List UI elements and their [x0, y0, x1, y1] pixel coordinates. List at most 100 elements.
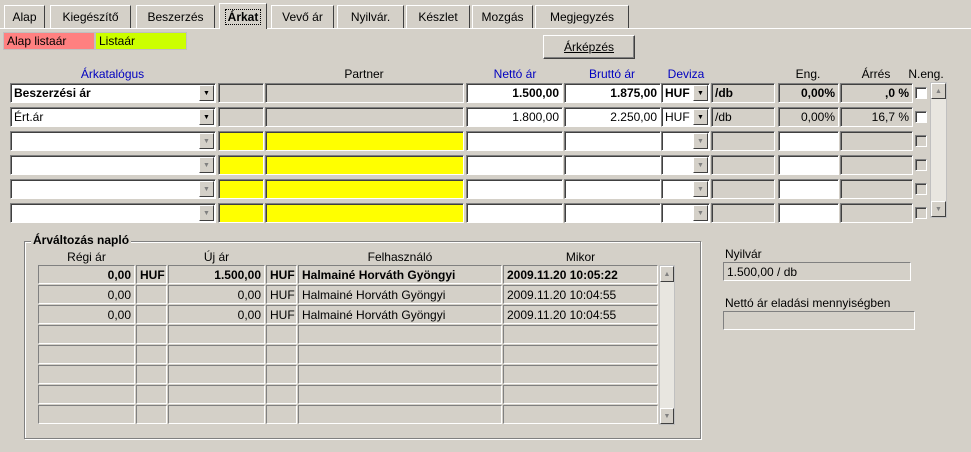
log-header-felhasznalo: Felhasználó — [367, 250, 433, 264]
scroll-down-icon[interactable]: ▼ — [660, 408, 674, 424]
eng-field[interactable] — [778, 203, 839, 223]
partner-code-field[interactable] — [218, 131, 264, 151]
eng-field[interactable] — [778, 155, 839, 175]
chevron-down-icon[interactable]: ▼ — [199, 157, 214, 173]
katalogus-combo[interactable]: Ért.ár ▼ — [10, 107, 216, 127]
neng-checkbox[interactable] — [915, 111, 927, 123]
deviza-combo[interactable]: HUF ▼ — [661, 107, 710, 127]
neng-checkbox[interactable] — [915, 159, 927, 171]
price-grid-scrollbar[interactable]: ▲ ▼ — [930, 82, 947, 218]
tab-label: Mozgás — [481, 10, 524, 24]
tab-beszerzes[interactable]: Beszerzés — [136, 5, 215, 28]
chevron-down-icon[interactable]: ▼ — [199, 181, 214, 197]
unit-value: /db — [715, 86, 733, 100]
partner-code-field[interactable] — [218, 203, 264, 223]
tab-nyilvar[interactable]: Nyilvár. — [337, 5, 404, 28]
nyilvar-label: Nyilvár — [725, 247, 762, 261]
deviza-combo[interactable]: ▼ — [661, 203, 710, 223]
brutto-field[interactable] — [564, 203, 661, 223]
log-empty-cell — [266, 345, 297, 364]
unit-field — [711, 203, 775, 223]
brutto-field[interactable] — [564, 131, 661, 151]
katalogus-combo[interactable]: ▼ — [10, 131, 216, 151]
katalogus-value: Ért.ár — [14, 110, 44, 124]
header-brutto: Bruttó ár — [588, 67, 636, 81]
partner-code-field[interactable] — [218, 179, 264, 199]
deviza-combo[interactable]: ▼ — [661, 179, 710, 199]
partner-code-field[interactable] — [218, 83, 264, 103]
neng-checkbox[interactable] — [915, 183, 927, 195]
deviza-combo[interactable]: HUF ▼ — [661, 83, 710, 103]
chevron-down-icon[interactable]: ▼ — [693, 109, 708, 125]
tab-arkat[interactable]: Árkat — [219, 3, 267, 29]
brutto-field[interactable]: 1.875,00 — [564, 83, 661, 103]
partner-field[interactable] — [265, 131, 464, 151]
chevron-down-icon[interactable]: ▼ — [199, 133, 214, 149]
log-empty-cell — [136, 325, 167, 344]
log-user-cell: Halmainé Horváth Gyöngyi — [298, 305, 502, 324]
netto-field[interactable] — [466, 179, 563, 199]
log-regi-cur-cell — [136, 285, 167, 304]
katalogus-combo[interactable]: ▼ — [10, 179, 216, 199]
log-time-cell: 2009.11.20 10:04:55 — [503, 285, 658, 304]
scroll-up-icon[interactable]: ▲ — [931, 83, 946, 99]
tab-vevo-ar[interactable]: Vevő ár — [271, 5, 334, 28]
log-empty-cell — [168, 405, 265, 424]
eng-field[interactable] — [778, 131, 839, 151]
deviza-combo[interactable]: ▼ — [661, 131, 710, 151]
log-regi-value: 0,00 — [107, 307, 131, 322]
partner-code-field[interactable] — [218, 155, 264, 175]
chevron-down-icon[interactable]: ▼ — [693, 205, 708, 221]
scroll-down-icon[interactable]: ▼ — [931, 201, 946, 217]
price-log-title: Árváltozás napló — [31, 233, 132, 247]
chevron-down-icon[interactable]: ▼ — [199, 205, 214, 221]
tab-mozgas[interactable]: Mozgás — [472, 5, 533, 28]
partner-field[interactable] — [265, 155, 464, 175]
brutto-field[interactable] — [564, 155, 661, 175]
netto-field[interactable]: 1.800,00 — [466, 107, 563, 127]
log-empty-cell — [266, 385, 297, 404]
brutto-field[interactable]: 2.250,00 — [564, 107, 661, 127]
chevron-down-icon[interactable]: ▼ — [693, 85, 708, 101]
log-time-cell: 2009.11.20 10:05:22 — [503, 265, 658, 284]
scroll-up-icon[interactable]: ▲ — [660, 266, 674, 282]
eng-field[interactable] — [778, 179, 839, 199]
netto-field[interactable] — [466, 155, 563, 175]
katalogus-combo[interactable]: ▼ — [10, 155, 216, 175]
unit-field — [711, 179, 775, 199]
neng-checkbox[interactable] — [915, 87, 927, 99]
tab-kiegeszito[interactable]: Kiegészítő — [50, 5, 131, 28]
chevron-down-icon[interactable]: ▼ — [199, 109, 214, 125]
tab-megjegyzes[interactable]: Megjegyzés — [535, 5, 629, 28]
partner-field[interactable] — [265, 203, 464, 223]
arkepzes-button[interactable]: Árképzés — [543, 35, 635, 59]
header-partner: Partner — [344, 67, 384, 81]
neng-checkbox[interactable] — [915, 135, 927, 147]
arres-field — [840, 203, 913, 223]
partner-code-field[interactable] — [218, 107, 264, 127]
eng-field[interactable]: 0,00% — [778, 107, 839, 127]
chevron-down-icon[interactable]: ▼ — [199, 85, 214, 101]
log-uj-cur-value: HUF — [270, 307, 295, 322]
log-regi-cur-cell — [136, 305, 167, 324]
deviza-combo[interactable]: ▼ — [661, 155, 710, 175]
netto-field[interactable] — [466, 131, 563, 151]
tab-keszlet[interactable]: Készlet — [406, 5, 470, 28]
netto-field[interactable]: 1.500,00 — [466, 83, 563, 103]
katalogus-combo[interactable]: ▼ — [10, 203, 216, 223]
partner-field[interactable] — [265, 83, 464, 103]
chevron-down-icon[interactable]: ▼ — [693, 181, 708, 197]
chevron-down-icon[interactable]: ▼ — [693, 157, 708, 173]
neng-checkbox[interactable] — [915, 207, 927, 219]
log-time-value: 2009.11.20 10:04:55 — [507, 307, 617, 322]
partner-field[interactable] — [265, 107, 464, 127]
brutto-field[interactable] — [564, 179, 661, 199]
log-regi-cell: 0,00 — [38, 265, 135, 284]
chevron-down-icon[interactable]: ▼ — [693, 133, 708, 149]
netto-field[interactable] — [466, 203, 563, 223]
katalogus-combo[interactable]: Beszerzési ár ▼ — [10, 83, 216, 103]
eng-field[interactable]: 0,00% — [778, 83, 839, 103]
tab-alap[interactable]: Alap — [4, 5, 45, 28]
partner-field[interactable] — [265, 179, 464, 199]
log-scrollbar[interactable]: ▲ ▼ — [659, 265, 675, 425]
